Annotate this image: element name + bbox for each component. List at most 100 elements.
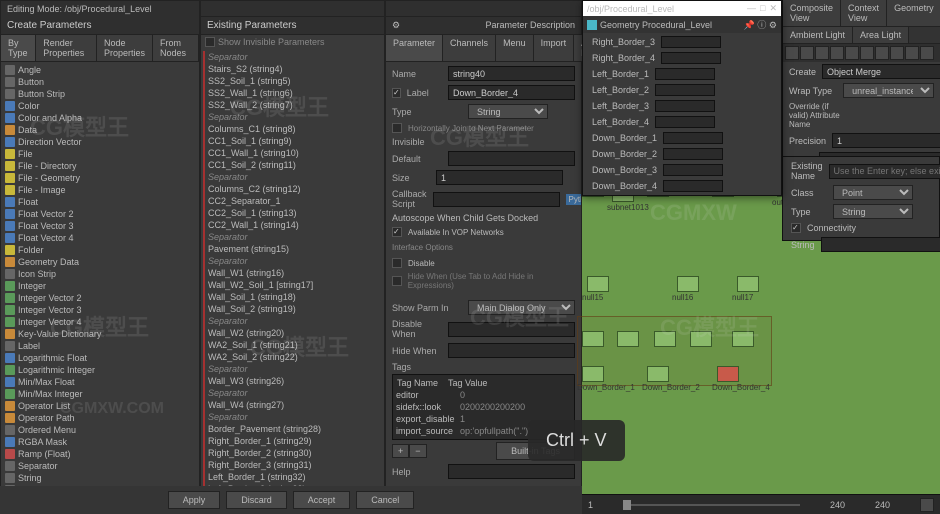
tag-del-button[interactable]: − (409, 444, 426, 458)
desc-tab[interactable]: Channels (443, 35, 496, 61)
float-item[interactable]: Down_Border_2 (584, 146, 780, 162)
create-tab[interactable]: Render Properties (36, 35, 97, 61)
class-select[interactable]: Point (833, 185, 913, 200)
type-item[interactable]: Min/Max Integer (3, 388, 197, 400)
type-item[interactable]: File (3, 148, 197, 160)
graph-node[interactable] (690, 331, 712, 347)
type-item[interactable]: Geometry Data (3, 256, 197, 268)
right-subtab[interactable]: Ambient Light (783, 27, 853, 43)
existing-item[interactable]: CC1_Soil_2 (string11) (203, 159, 382, 171)
label-checkbox[interactable] (392, 88, 401, 98)
wrap-select[interactable]: unreal_instance (843, 83, 934, 98)
hide-when-input[interactable] (448, 343, 575, 358)
create-tree[interactable]: AngleButtonButton StripColorColor and Al… (1, 62, 199, 499)
existing-item[interactable]: Wall_Soil_2 (string19) (203, 303, 382, 315)
existing-item[interactable]: Right_Border_1 (string29) (203, 435, 382, 447)
existing-name-input[interactable] (829, 164, 940, 179)
right-tab[interactable]: Geometry (887, 0, 940, 26)
float-item[interactable]: Down_Border_1 (584, 130, 780, 146)
existing-item[interactable]: Wall_W3 (string26) (203, 375, 382, 387)
type-item[interactable]: Label (3, 340, 197, 352)
graph-node[interactable] (732, 331, 754, 347)
existing-item[interactable]: SS2_Soil_1 (string5) (203, 75, 382, 87)
float-controls[interactable]: —□✕ (747, 3, 777, 14)
existing-item[interactable]: Right_Border_3 (string31) (203, 459, 382, 471)
existing-item[interactable]: Wall_W4 (string27) (203, 399, 382, 411)
float-item[interactable]: Right_Border_4 (584, 50, 780, 66)
type-item[interactable]: Folder (3, 244, 197, 256)
type-item[interactable]: Ordered Menu (3, 424, 197, 436)
graph-node[interactable] (654, 331, 676, 347)
existing-item[interactable]: WA2_Soil_2 (string22) (203, 351, 382, 363)
existing-item[interactable]: WA2_Soil_1 (string21) (203, 339, 382, 351)
create-tab[interactable]: Node Properties (97, 35, 153, 61)
existing-item[interactable]: Border_Pavement (string28) (203, 423, 382, 435)
graph-node[interactable] (647, 366, 669, 382)
graph-node[interactable] (717, 366, 739, 382)
graph-node[interactable] (582, 366, 604, 382)
existing-tree[interactable]: SeparatorStairs_S2 (string4)SS2_Soil_1 (… (201, 49, 384, 498)
type-item[interactable]: File - Geometry (3, 172, 197, 184)
type-item[interactable]: Direction Vector (3, 136, 197, 148)
play-icon[interactable] (920, 498, 934, 512)
existing-item[interactable]: Separator (203, 315, 382, 327)
type-item[interactable]: String (3, 472, 197, 484)
type-select[interactable]: String (468, 104, 548, 119)
type-item[interactable]: Color (3, 100, 197, 112)
create-input[interactable] (822, 64, 940, 79)
type-item[interactable]: RGBA Mask (3, 436, 197, 448)
right-subtab[interactable]: Area Light (853, 27, 909, 43)
existing-item[interactable]: CC2_Wall_1 (string14) (203, 219, 382, 231)
create-tab[interactable]: By Type (1, 35, 36, 61)
existing-item[interactable]: Separator (203, 51, 382, 63)
type-item[interactable]: Integer (3, 280, 197, 292)
create-tab[interactable]: From Nodes (153, 35, 199, 61)
existing-item[interactable]: Wall_W1 (string16) (203, 267, 382, 279)
type-item[interactable]: Angle (3, 64, 197, 76)
graph-node[interactable] (677, 276, 699, 292)
graph-node[interactable] (587, 276, 609, 292)
existing-item[interactable]: Columns_C1 (string8) (203, 123, 382, 135)
mini-toolbar[interactable] (783, 44, 940, 62)
existing-item[interactable]: Pavement (string15) (203, 243, 382, 255)
existing-item[interactable]: Separator (203, 171, 382, 183)
default-input[interactable] (448, 151, 575, 166)
desc-tab[interactable]: Parameter (386, 35, 443, 61)
type-item[interactable]: Integer Vector 2 (3, 292, 197, 304)
right-tab[interactable]: Context View (841, 0, 887, 26)
type-item[interactable]: File - Image (3, 184, 197, 196)
existing-item[interactable]: CC1_Soil_1 (string9) (203, 135, 382, 147)
existing-item[interactable]: SS2_Wall_1 (string6) (203, 87, 382, 99)
apply-button[interactable]: Apply (168, 491, 221, 509)
existing-item[interactable]: SS2_Wall_2 (string7) (203, 99, 382, 111)
type-item[interactable]: Integer Vector 3 (3, 304, 197, 316)
float-item[interactable]: Left_Border_1 (584, 66, 780, 82)
graph-node[interactable] (617, 331, 639, 347)
graph-node[interactable] (582, 331, 604, 347)
desc-tab[interactable]: Import (534, 35, 575, 61)
graph-node[interactable] (737, 276, 759, 292)
callback-input[interactable] (433, 192, 560, 207)
accept-button[interactable]: Accept (293, 491, 351, 509)
float-item[interactable]: Left_Border_4 (584, 114, 780, 130)
type-item[interactable]: Float (3, 196, 197, 208)
type-item[interactable]: Separator (3, 460, 197, 472)
horiz-join-checkbox[interactable] (392, 123, 402, 133)
avail-checkbox[interactable] (392, 227, 402, 237)
precision-input[interactable] (832, 133, 940, 148)
existing-item[interactable]: Wall_Soil_1 (string18) (203, 291, 382, 303)
desc-tab[interactable]: Menu (496, 35, 534, 61)
type-item[interactable]: Icon Strip (3, 268, 197, 280)
type-item[interactable]: Logarithmic Integer (3, 364, 197, 376)
timeline[interactable]: 1 240 240 (582, 494, 940, 514)
existing-item[interactable]: Left_Border_1 (string32) (203, 471, 382, 483)
float-item[interactable]: Left_Border_3 (584, 98, 780, 114)
existing-item[interactable]: CC1_Wall_1 (string10) (203, 147, 382, 159)
existing-item[interactable]: CC2_Soil_1 (string13) (203, 207, 382, 219)
existing-item[interactable]: Wall_W2 (string20) (203, 327, 382, 339)
conn-checkbox[interactable] (791, 223, 801, 233)
string-input[interactable] (821, 237, 940, 252)
float-item[interactable]: Right_Border_3 (584, 34, 780, 50)
existing-item[interactable]: Separator (203, 387, 382, 399)
tag-add-button[interactable]: + (392, 444, 409, 458)
